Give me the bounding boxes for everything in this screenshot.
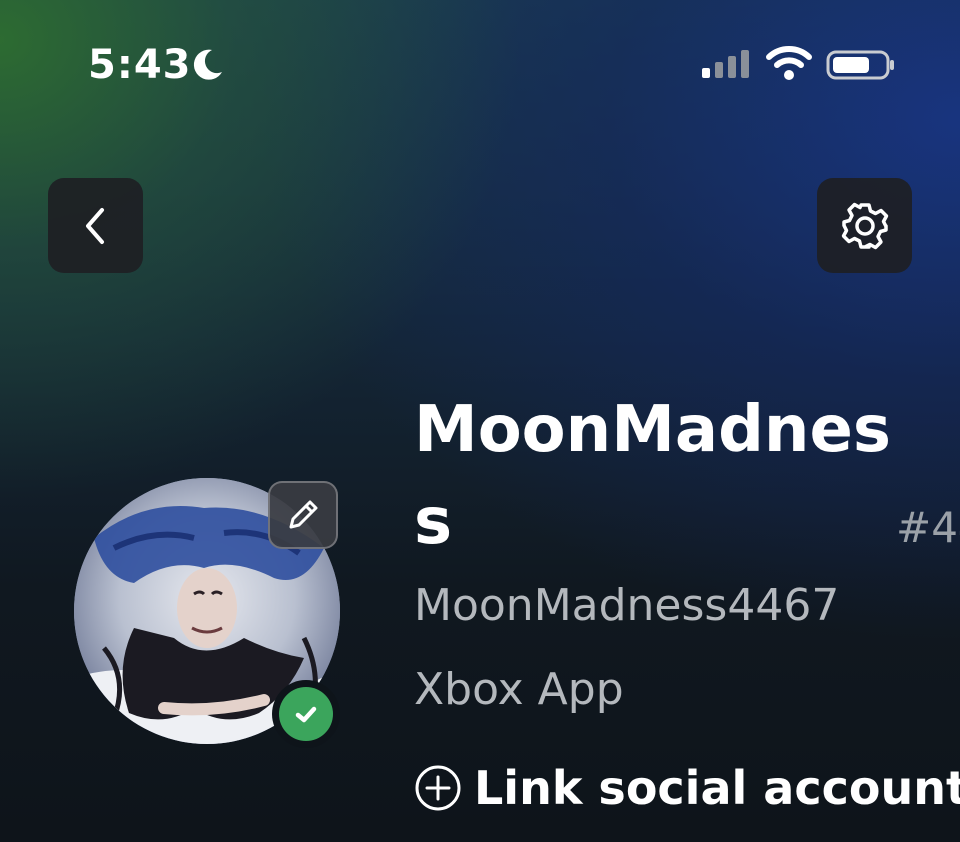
tag-suffix: #44 — [896, 503, 960, 552]
settings-button[interactable] — [817, 178, 912, 273]
status-time: 5:43 — [88, 42, 192, 88]
link-social-accounts-label: Link social accounts — [474, 761, 960, 815]
checkmark-icon — [295, 706, 317, 723]
plus-circle-icon — [415, 765, 461, 811]
display-name: MoonMadness — [414, 393, 891, 559]
edit-avatar-button[interactable] — [268, 481, 338, 549]
pencil-icon — [289, 500, 318, 529]
back-button[interactable] — [48, 178, 143, 273]
link-social-accounts-button[interactable]: Link social accounts — [414, 756, 960, 820]
moon-icon — [193, 49, 222, 80]
wifi-icon — [766, 46, 812, 80]
username: MoonMadness4467 — [414, 580, 840, 631]
gear-icon — [841, 202, 888, 249]
signal-icon — [702, 50, 749, 78]
chevron-left-icon — [85, 207, 104, 244]
status-badge — [272, 680, 340, 748]
profile-screen: 5:43 MoonMadness #4 MoonMadness4467 Xbox… — [0, 0, 960, 842]
platform-label: Xbox App — [414, 664, 624, 715]
online-status-indicator — [279, 687, 333, 741]
battery-icon — [826, 50, 894, 80]
